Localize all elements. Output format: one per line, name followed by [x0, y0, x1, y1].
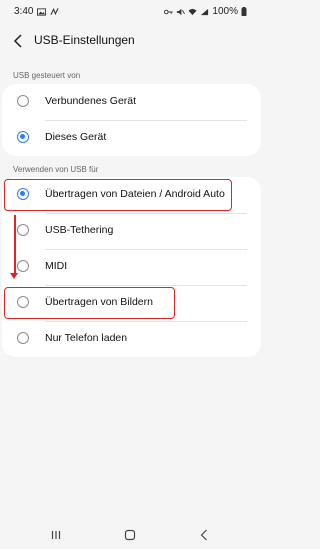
option-usb-tethering[interactable]: USB-Tethering — [2, 213, 261, 249]
radio-button-selected[interactable] — [17, 188, 29, 200]
radio-button[interactable] — [17, 95, 29, 107]
option-connected-device[interactable]: Verbundenes Gerät — [2, 84, 261, 120]
radio-button[interactable] — [17, 332, 29, 344]
annotation-arrow-head — [10, 273, 18, 279]
nav-back-button[interactable] — [193, 526, 215, 544]
section-label-controlled-by: USB gesteuert von — [13, 71, 81, 80]
option-label: Übertragen von Dateien / Android Auto — [45, 188, 225, 200]
page-title: USB-Einstellungen — [34, 33, 135, 47]
back-arrow-icon — [13, 34, 22, 48]
option-label: Nur Telefon laden — [45, 332, 128, 344]
option-label: MIDI — [45, 260, 68, 272]
option-label: Dieses Gerät — [45, 131, 107, 143]
option-label: Verbundenes Gerät — [45, 95, 137, 107]
home-icon — [124, 529, 136, 541]
back-icon — [200, 529, 207, 541]
radio-button-selected[interactable] — [17, 131, 29, 143]
home-button[interactable] — [119, 526, 141, 544]
radio-button[interactable] — [17, 260, 29, 272]
status-time: 3:40 — [14, 6, 34, 17]
back-button[interactable] — [8, 31, 28, 51]
battery-icon — [241, 7, 247, 16]
gallery-icon — [37, 7, 47, 16]
signal-icon — [201, 8, 209, 15]
option-label: Übertragen von Bildern — [45, 296, 153, 308]
radio-button[interactable] — [17, 296, 29, 308]
option-this-device[interactable]: Dieses Gerät — [2, 120, 261, 156]
battery-percent: 100% — [212, 6, 238, 17]
app-bar: USB-Einstellungen — [0, 26, 261, 56]
key-icon — [164, 9, 173, 14]
recent-apps-button[interactable] — [45, 526, 67, 544]
status-bar: 3:40 100% — [0, 0, 261, 24]
option-midi[interactable]: MIDI — [2, 249, 261, 285]
card-controlled-by: Verbundenes Gerät Dieses Gerät — [2, 84, 261, 156]
nfc-icon — [50, 7, 60, 15]
option-file-transfer[interactable]: Übertragen von Dateien / Android Auto — [2, 177, 261, 213]
recent-apps-icon — [51, 531, 61, 539]
card-use-usb-for: Übertragen von Dateien / Android Auto US… — [2, 177, 261, 357]
option-charge-only[interactable]: Nur Telefon laden — [2, 321, 261, 357]
navigation-bar — [0, 522, 261, 549]
radio-button[interactable] — [17, 224, 29, 236]
section-label-use-usb-for: Verwenden von USB für — [13, 165, 99, 174]
option-photo-transfer[interactable]: Übertragen von Bildern — [2, 285, 261, 321]
mute-icon — [177, 8, 186, 15]
annotation-arrow-line — [14, 215, 16, 276]
wifi-icon — [188, 8, 197, 15]
option-label: USB-Tethering — [45, 224, 114, 236]
